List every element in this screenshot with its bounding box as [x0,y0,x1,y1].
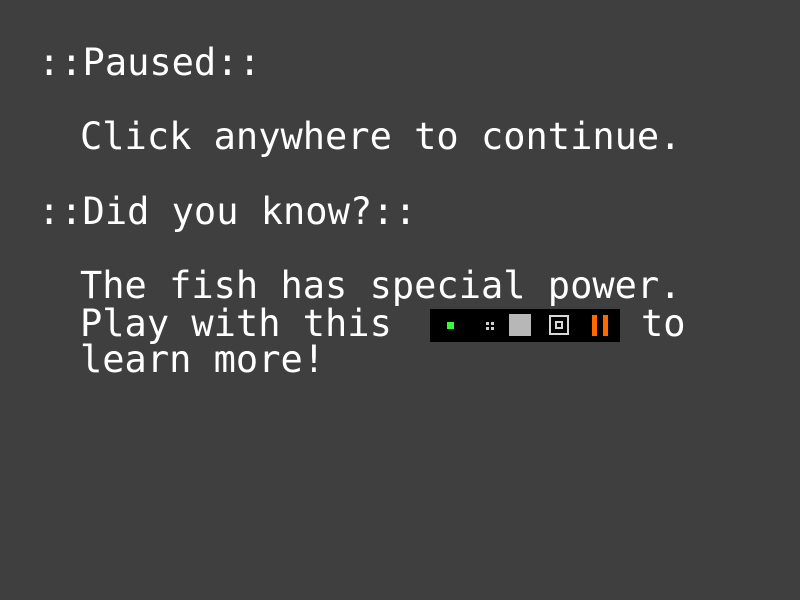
tip-line-3: learn more! [80,338,326,381]
pause-icon [592,315,610,336]
continue-hint: Click anywhere to continue. [80,115,682,158]
toolbar-illustration [430,309,620,342]
did-you-know-heading: ::Did you know?:: [38,190,417,233]
pause-overlay[interactable]: ::Paused:: Click anywhere to continue. :… [0,0,800,600]
tip-line-1: The fish has special power. [80,264,682,307]
tip-line-2-start: Play with this [80,302,392,345]
paused-heading: ::Paused:: [38,41,261,84]
tip-line-2-end: to [641,302,686,345]
green-dot-icon [447,322,454,329]
small-grid-icon [486,322,494,330]
framed-square-icon [549,315,569,335]
filled-square-icon [509,314,531,336]
